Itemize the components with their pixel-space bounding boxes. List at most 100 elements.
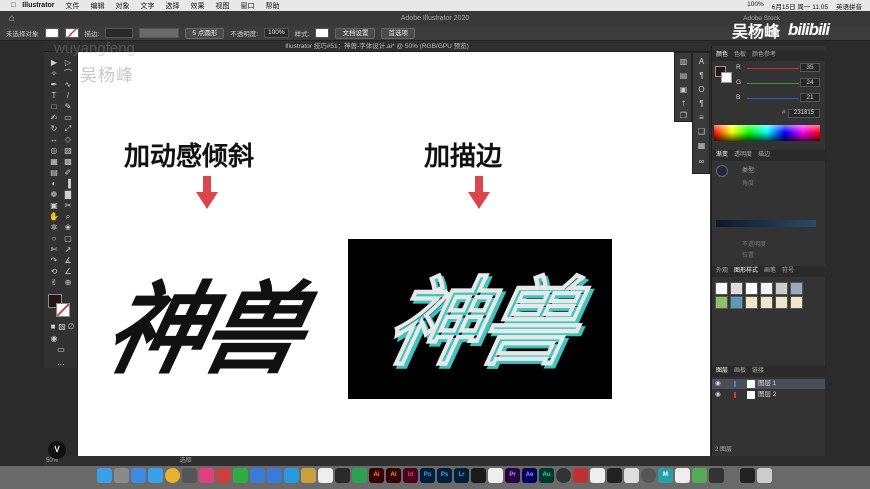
preferences-button[interactable]: 首选项 bbox=[381, 27, 415, 39]
style-swatch-12[interactable] bbox=[790, 296, 803, 309]
stroke-swatch[interactable] bbox=[64, 28, 79, 38]
menu-app-name[interactable]: Illustrator bbox=[22, 2, 54, 9]
eye-icon[interactable]: ◉ bbox=[715, 390, 721, 400]
column-graph-tool-icon[interactable]: ▇ bbox=[63, 190, 73, 199]
variable-width-profile[interactable] bbox=[139, 28, 180, 38]
blend-tool-icon[interactable]: ◐ bbox=[49, 179, 59, 188]
dock-audition-icon[interactable]: Au bbox=[539, 468, 554, 483]
dock-terminal-icon[interactable] bbox=[740, 468, 755, 483]
menu-select[interactable]: 选择 bbox=[166, 1, 180, 11]
fill-swatch[interactable] bbox=[44, 28, 59, 38]
input-method[interactable]: 英语拼音 bbox=[836, 1, 862, 11]
dock-app-icon[interactable] bbox=[250, 468, 265, 483]
align-icon[interactable]: ≡ bbox=[696, 113, 707, 122]
dock-app-icon[interactable] bbox=[471, 468, 486, 483]
direct-selection-tool-icon[interactable]: ▷ bbox=[63, 58, 73, 67]
green-slider[interactable]: G 24 bbox=[736, 78, 822, 88]
tab-appearance[interactable]: 外观 bbox=[716, 266, 728, 277]
symbol-sprayer-tool-icon[interactable]: ❁ bbox=[49, 190, 59, 199]
eraser-tool-icon[interactable]: ▭ bbox=[63, 113, 73, 122]
style-swatch-1[interactable] bbox=[715, 282, 728, 295]
tab-color[interactable]: 颜色 bbox=[716, 50, 728, 61]
dock-app-icon[interactable]: M bbox=[658, 468, 673, 483]
mesh-tool-icon[interactable]: ▩ bbox=[63, 157, 73, 166]
pathfinder-icon[interactable]: ❑ bbox=[696, 127, 707, 136]
battery-status[interactable]: 100% bbox=[747, 1, 764, 11]
gradient-tool-icon[interactable]: ▤ bbox=[49, 168, 59, 177]
gradient-slider[interactable] bbox=[716, 220, 816, 227]
style-swatch-7[interactable] bbox=[715, 296, 728, 309]
dock-trash-icon[interactable] bbox=[757, 468, 772, 483]
slanted-glyph[interactable]: 神兽 bbox=[95, 248, 318, 393]
puppet-warp-tool-icon[interactable]: ✲ bbox=[49, 223, 59, 232]
dock-app-icon[interactable] bbox=[709, 468, 724, 483]
menu-object[interactable]: 对象 bbox=[116, 1, 130, 11]
artboard-tool-icon[interactable]: ▣ bbox=[49, 201, 59, 210]
lasso-tool-icon[interactable]: ⌒ bbox=[63, 69, 73, 78]
dock-app-icon[interactable] bbox=[573, 468, 588, 483]
stroke-color-swatch[interactable] bbox=[56, 303, 70, 317]
style-swatch-3[interactable] bbox=[745, 282, 758, 295]
stroke-demo-box[interactable]: 神兽 神兽 bbox=[348, 239, 612, 399]
dock-wechat-icon[interactable] bbox=[233, 468, 248, 483]
dock-app-icon[interactable] bbox=[335, 468, 350, 483]
curvature-tool-icon[interactable]: ∿ bbox=[63, 80, 73, 89]
type-tool-icon[interactable]: T bbox=[49, 91, 59, 100]
glyphs-icon[interactable]: ¶ bbox=[696, 99, 707, 108]
dock-maps-icon[interactable] bbox=[692, 468, 707, 483]
reshape-tool-icon[interactable]: ↷ bbox=[49, 256, 59, 265]
shaper-tool-icon[interactable]: ✍ bbox=[49, 113, 59, 122]
opentype-icon[interactable]: O bbox=[696, 85, 707, 94]
dock-qq-icon[interactable] bbox=[182, 468, 197, 483]
none-mode-icon[interactable]: ∅ bbox=[66, 322, 76, 331]
perspective-grid-tool-icon[interactable]: ▦ bbox=[49, 157, 59, 166]
dock-illustrator-icon[interactable]: Ai bbox=[386, 468, 401, 483]
join-tool-icon[interactable]: ∡ bbox=[63, 256, 73, 265]
document-tab[interactable]: Illustrator 技巧#51：神兽-字体设计.ai* @ 50% (RGB… bbox=[44, 41, 710, 52]
panel-stroke-swatch[interactable] bbox=[721, 72, 732, 83]
width-tool-icon[interactable]: ↔ bbox=[49, 135, 59, 144]
paintbrush-tool-icon[interactable]: ✎ bbox=[63, 102, 73, 111]
home-icon[interactable]: ⌂ bbox=[0, 13, 24, 24]
dock-app-icon[interactable] bbox=[199, 468, 214, 483]
opacity-field[interactable]: 100% bbox=[264, 28, 289, 38]
red-slider[interactable]: R 35 bbox=[736, 63, 822, 73]
tab-transparency[interactable]: 透明度 bbox=[734, 150, 752, 161]
dock-app-icon[interactable] bbox=[641, 468, 656, 483]
hand-pan-tool-icon[interactable]: ✌ bbox=[49, 278, 59, 287]
tab-symbols[interactable]: 符号 bbox=[782, 266, 794, 277]
magic-wand-tool-icon[interactable]: ✧ bbox=[49, 69, 59, 78]
brush-definition-select[interactable]: 5 点圆形 bbox=[185, 27, 225, 39]
dock-app-icon[interactable] bbox=[675, 468, 690, 483]
style-swatch-8[interactable] bbox=[730, 296, 743, 309]
line-tool-icon[interactable]: / bbox=[63, 91, 73, 100]
tab-layers[interactable]: 图层 bbox=[716, 366, 728, 377]
outlined-glyph[interactable]: 神兽 bbox=[375, 245, 591, 384]
dock-safari-icon[interactable] bbox=[131, 468, 146, 483]
tab-stroke[interactable]: 描边 bbox=[758, 150, 770, 161]
zoom-view-tool-icon[interactable]: ⊕ bbox=[63, 278, 73, 287]
knife-tool-icon[interactable]: ↗ bbox=[63, 245, 73, 254]
free-transform-tool-icon[interactable]: ◇ bbox=[63, 135, 73, 144]
layer-name[interactable]: 图层 2 bbox=[758, 390, 776, 400]
transform-icon[interactable]: ❐ bbox=[678, 111, 689, 120]
rectangle-tool-icon[interactable]: □ bbox=[49, 102, 59, 111]
dock-launchpad-icon[interactable] bbox=[114, 468, 129, 483]
rotate-tool-icon[interactable]: ↻ bbox=[49, 124, 59, 133]
navigator-icon[interactable]: ▦ bbox=[696, 141, 707, 150]
slice-tool-icon[interactable]: ✂ bbox=[63, 201, 73, 210]
warp-tool-icon[interactable]: ❀ bbox=[63, 223, 73, 232]
dock-aftereffects-icon[interactable]: Ae bbox=[522, 468, 537, 483]
tab-brushes[interactable]: 画笔 bbox=[764, 266, 776, 277]
dock-photoshop-icon[interactable]: Ps bbox=[437, 468, 452, 483]
pen-tool-icon[interactable]: ✒ bbox=[49, 80, 59, 89]
menu-type[interactable]: 文字 bbox=[141, 1, 155, 11]
tab-gradient[interactable]: 渐变 bbox=[716, 150, 728, 161]
style-swatch-5[interactable] bbox=[775, 282, 788, 295]
eye-icon[interactable]: ◉ bbox=[715, 379, 721, 389]
stroke-weight-field[interactable] bbox=[105, 28, 134, 38]
dock-app-icon[interactable] bbox=[267, 468, 282, 483]
layer-row[interactable]: ◉ 图层 1 bbox=[712, 379, 826, 389]
menu-edit[interactable]: 编辑 bbox=[91, 1, 105, 11]
scissors-tool-icon[interactable]: ✄ bbox=[49, 245, 59, 254]
